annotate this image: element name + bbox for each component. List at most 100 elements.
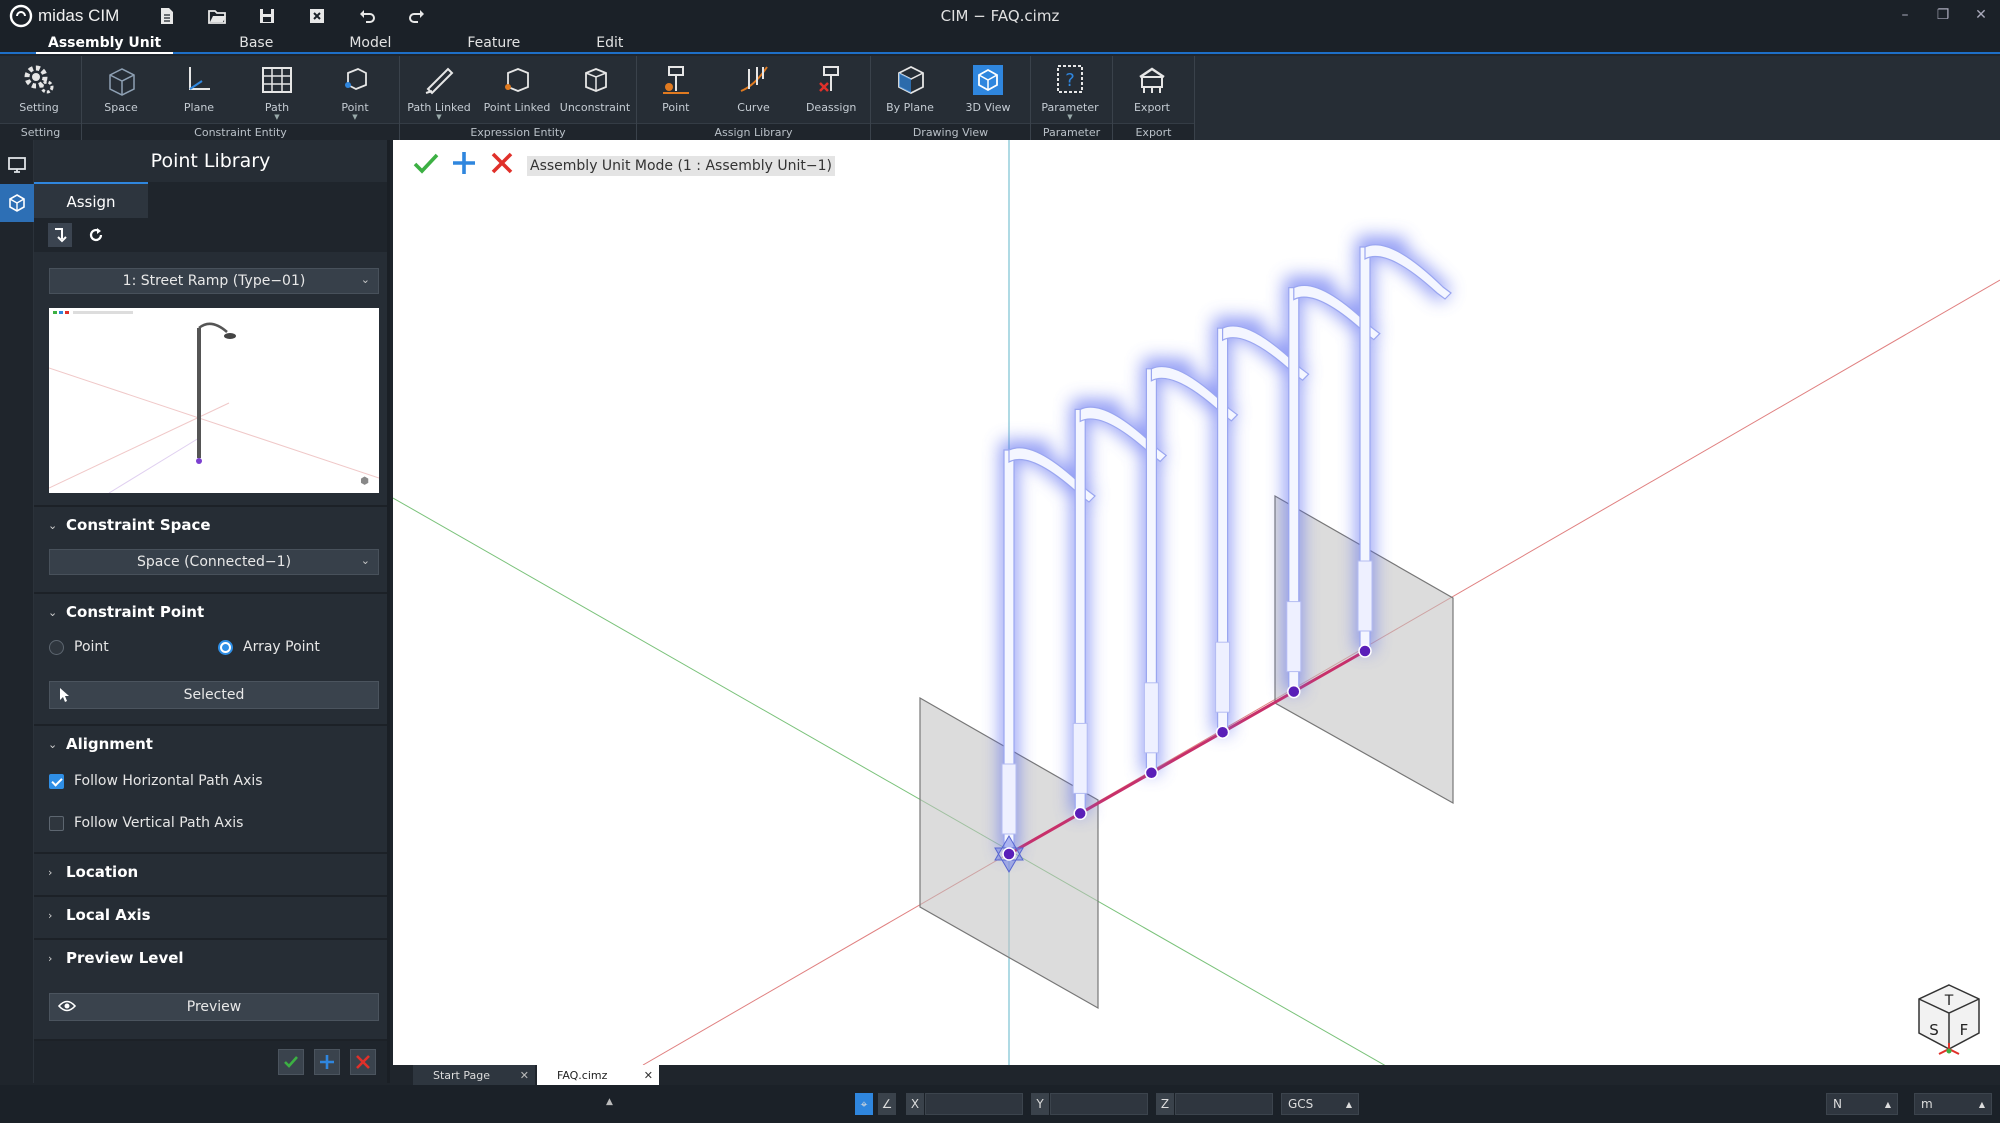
space-button[interactable]: Space bbox=[82, 56, 160, 123]
y-coordinate-field[interactable] bbox=[1050, 1093, 1148, 1115]
radio-array-point[interactable]: Array Point bbox=[218, 634, 320, 660]
by-plane-button[interactable]: By Plane bbox=[871, 56, 949, 123]
svg-text:?: ? bbox=[1065, 70, 1075, 91]
constraint-point-section[interactable]: ⌄ Constraint Point bbox=[34, 592, 387, 630]
open-file-button[interactable] bbox=[192, 1, 242, 31]
panel-tabs: Assign bbox=[34, 182, 387, 218]
checkbox-checked[interactable] bbox=[49, 773, 64, 789]
tab-faq-cimz[interactable]: FAQ.cimz ✕ bbox=[537, 1065, 659, 1085]
path-button[interactable]: Path ▼ bbox=[238, 56, 316, 123]
follow-vertical-checkbox-row[interactable]: Follow Vertical Path Axis bbox=[49, 810, 243, 836]
close-icon: ✕ bbox=[1975, 7, 1987, 23]
dropdown-arrow-icon: ▼ bbox=[352, 113, 358, 121]
array-point-marker[interactable] bbox=[1002, 847, 1016, 861]
local-axis-section[interactable]: › Local Axis bbox=[34, 895, 387, 933]
library-select[interactable]: 1: Street Ramp (Type−01) ⌄ bbox=[49, 268, 379, 294]
redo-button[interactable] bbox=[392, 1, 442, 31]
pick-point-tool[interactable] bbox=[48, 223, 72, 247]
point-button[interactable]: Point ▼ bbox=[316, 56, 394, 123]
tab-assign[interactable]: Assign bbox=[34, 182, 148, 218]
close-tab-icon[interactable]: ✕ bbox=[520, 1069, 529, 1082]
constraint-space-select[interactable]: Space (Connected−1) ⌄ bbox=[49, 549, 379, 575]
array-point-marker[interactable] bbox=[1358, 644, 1372, 658]
panel-collapse-icon[interactable]: ▲ bbox=[606, 1097, 613, 1107]
tab-feature[interactable]: Feature bbox=[457, 32, 530, 54]
close-file-button[interactable] bbox=[292, 1, 342, 31]
minimize-button[interactable]: – bbox=[1886, 0, 1924, 30]
close-tab-icon[interactable]: ✕ bbox=[644, 1069, 653, 1082]
checkbox[interactable] bbox=[49, 815, 64, 831]
setting-button[interactable]: Setting bbox=[0, 56, 78, 123]
street-lamp-preview-image: ⬢ bbox=[48, 311, 380, 494]
tab-model[interactable]: Model bbox=[339, 32, 401, 54]
constraint-space-section[interactable]: ⌄ Constraint Space bbox=[34, 505, 387, 543]
panel-ok-button[interactable] bbox=[278, 1049, 304, 1075]
array-point-marker[interactable] bbox=[1073, 806, 1087, 821]
unconstraint-icon bbox=[585, 68, 607, 92]
chevron-down-icon: ⌄ bbox=[48, 605, 58, 619]
3d-viewport[interactable]: Assembly Unit Mode (1 : Assembly Unit−1)… bbox=[393, 140, 2000, 1065]
x-coordinate-field[interactable] bbox=[925, 1093, 1023, 1115]
unconstraint-button[interactable]: Unconstraint bbox=[556, 56, 634, 123]
plane-button[interactable]: Plane bbox=[160, 56, 238, 123]
panel-title: Point Library bbox=[34, 140, 387, 182]
preview-level-section[interactable]: › Preview Level bbox=[34, 938, 387, 976]
angle-toggle-button[interactable]: ∠ bbox=[878, 1093, 896, 1115]
plus-icon bbox=[453, 152, 475, 174]
z-coordinate-field[interactable] bbox=[1175, 1093, 1273, 1115]
array-point-marker[interactable] bbox=[1215, 725, 1230, 739]
scene-canvas bbox=[393, 140, 2000, 1065]
tab-edit[interactable]: Edit bbox=[586, 32, 633, 54]
dropdown-arrow-icon: ▼ bbox=[436, 113, 442, 121]
cancel-button[interactable] bbox=[483, 150, 521, 176]
arrow-return-icon bbox=[55, 228, 67, 243]
3d-view-button[interactable]: 3D View bbox=[949, 56, 1027, 123]
refresh-tool[interactable] bbox=[84, 223, 108, 247]
array-point-marker[interactable] bbox=[1144, 766, 1159, 780]
panel-cancel-button[interactable] bbox=[350, 1049, 376, 1075]
snap-toggle-button[interactable]: ⌖ bbox=[855, 1093, 873, 1115]
radio-point[interactable]: Point bbox=[49, 634, 109, 660]
array-point-marker[interactable] bbox=[1287, 684, 1301, 699]
parameter-button[interactable]: ? Parameter ▼ bbox=[1031, 56, 1109, 123]
tab-start-page[interactable]: Start Page ✕ bbox=[413, 1065, 535, 1085]
export-button[interactable]: Export bbox=[1113, 56, 1191, 123]
close-window-button[interactable]: ✕ bbox=[1962, 0, 2000, 30]
force-unit-select[interactable]: N ▲ bbox=[1826, 1093, 1898, 1115]
panel-add-button[interactable] bbox=[314, 1049, 340, 1075]
by-plane-icon bbox=[898, 65, 924, 95]
library-tool-button[interactable] bbox=[0, 184, 34, 222]
title-bar: midas CIM CIM − FAQ.cimz – ❐ ✕ bbox=[0, 0, 2000, 32]
tab-assembly-unit[interactable]: Assembly Unit bbox=[36, 32, 174, 54]
monitor-tool-button[interactable] bbox=[0, 146, 34, 184]
chevron-down-icon: ⌄ bbox=[48, 737, 58, 751]
save-button[interactable] bbox=[242, 1, 292, 31]
deassign-button[interactable]: Deassign bbox=[792, 56, 870, 123]
tab-base[interactable]: Base bbox=[229, 32, 283, 54]
status-bar: ▲ ⌖ ∠ X Y Z GCS ▲ N ▲ m ▲ bbox=[0, 1085, 2000, 1123]
point-linked-button[interactable]: Point Linked bbox=[478, 56, 556, 123]
panel-toolbar bbox=[34, 218, 387, 252]
path-linked-button[interactable]: Path Linked ▼ bbox=[400, 56, 478, 123]
confirm-button[interactable] bbox=[407, 150, 445, 176]
radio-button[interactable] bbox=[49, 639, 64, 655]
y-label: Y bbox=[1031, 1093, 1049, 1115]
preview-button[interactable]: Preview bbox=[49, 993, 379, 1021]
follow-horizontal-checkbox-row[interactable]: Follow Horizontal Path Axis bbox=[49, 768, 263, 794]
assign-point-button[interactable]: Point bbox=[637, 56, 715, 123]
alignment-section[interactable]: ⌄ Alignment bbox=[34, 724, 387, 762]
view-cube[interactable]: T S F bbox=[1914, 981, 1984, 1057]
restore-button[interactable]: ❐ bbox=[1924, 0, 1962, 30]
coordinate-system-select[interactable]: GCS ▲ bbox=[1281, 1093, 1359, 1115]
menu-tabs: Assembly Unit Base Model Feature Edit bbox=[0, 32, 2000, 54]
selected-button[interactable]: Selected bbox=[49, 681, 379, 709]
radio-button-selected[interactable] bbox=[218, 639, 233, 655]
new-file-button[interactable] bbox=[142, 1, 192, 31]
ribbon-group-export: Export Export bbox=[1113, 56, 1195, 140]
add-button[interactable] bbox=[445, 150, 483, 176]
undo-button[interactable] bbox=[342, 1, 392, 31]
undo-icon bbox=[360, 10, 375, 23]
length-unit-select[interactable]: m ▲ bbox=[1914, 1093, 1992, 1115]
assign-curve-button[interactable]: Curve bbox=[715, 56, 793, 123]
location-section[interactable]: › Location bbox=[34, 852, 387, 890]
